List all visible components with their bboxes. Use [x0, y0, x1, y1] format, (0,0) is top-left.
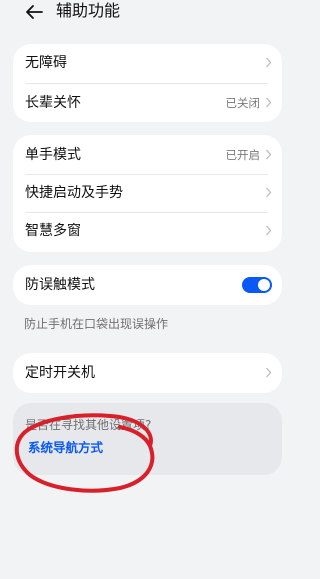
chevron-right-icon — [266, 149, 272, 160]
system-navigation-link[interactable]: 系统导航方式 — [28, 440, 103, 456]
row-label: 定时开关机 — [25, 365, 95, 381]
card-scheduled-power: 定时开关机 — [13, 353, 282, 393]
row-label: 无障碍 — [25, 55, 67, 71]
chevron-right-icon — [266, 57, 272, 68]
row-accessibility[interactable]: 无障碍 — [13, 44, 282, 82]
header: 辅助功能 — [0, 0, 300, 26]
suggestion-question: 是否在寻找其他设置项? — [25, 418, 152, 432]
row-elder-care[interactable]: 长辈关怀 已关闭 — [13, 84, 282, 122]
row-label: 长辈关怀 — [25, 95, 81, 111]
accidental-touch-toggle[interactable] — [242, 277, 272, 293]
card-modes: 单手模式 已开启 快捷启动及手势 智慧多窗 — [13, 135, 282, 252]
row-accidental-touch[interactable]: 防误触模式 — [13, 266, 282, 304]
row-label: 单手模式 — [25, 147, 81, 163]
row-label: 智慧多窗 — [25, 223, 81, 239]
row-shortcuts-gestures[interactable]: 快捷启动及手势 — [13, 174, 282, 212]
accidental-touch-hint: 防止手机在口袋出现误操作 — [24, 317, 169, 331]
chevron-right-icon — [266, 97, 272, 108]
row-label: 快捷启动及手势 — [25, 185, 123, 201]
chevron-right-icon — [266, 225, 272, 236]
chevron-right-icon — [266, 367, 272, 378]
row-status: 已开启 — [225, 148, 261, 162]
page-title: 辅助功能 — [56, 1, 121, 20]
row-label: 防误触模式 — [25, 277, 95, 293]
card-accidental-touch: 防误触模式 — [13, 265, 282, 305]
suggestion-card: 是否在寻找其他设置项? 系统导航方式 — [13, 403, 282, 475]
back-arrow-icon[interactable] — [24, 4, 44, 20]
row-scheduled-power[interactable]: 定时开关机 — [13, 354, 282, 392]
card-accessibility: 无障碍 长辈关怀 已关闭 — [13, 44, 282, 122]
row-status: 已关闭 — [225, 96, 261, 110]
row-one-hand-mode[interactable]: 单手模式 已开启 — [13, 136, 282, 174]
toggle-knob — [258, 279, 270, 291]
chevron-right-icon — [266, 187, 272, 198]
row-multi-window[interactable]: 智慧多窗 — [13, 212, 282, 250]
